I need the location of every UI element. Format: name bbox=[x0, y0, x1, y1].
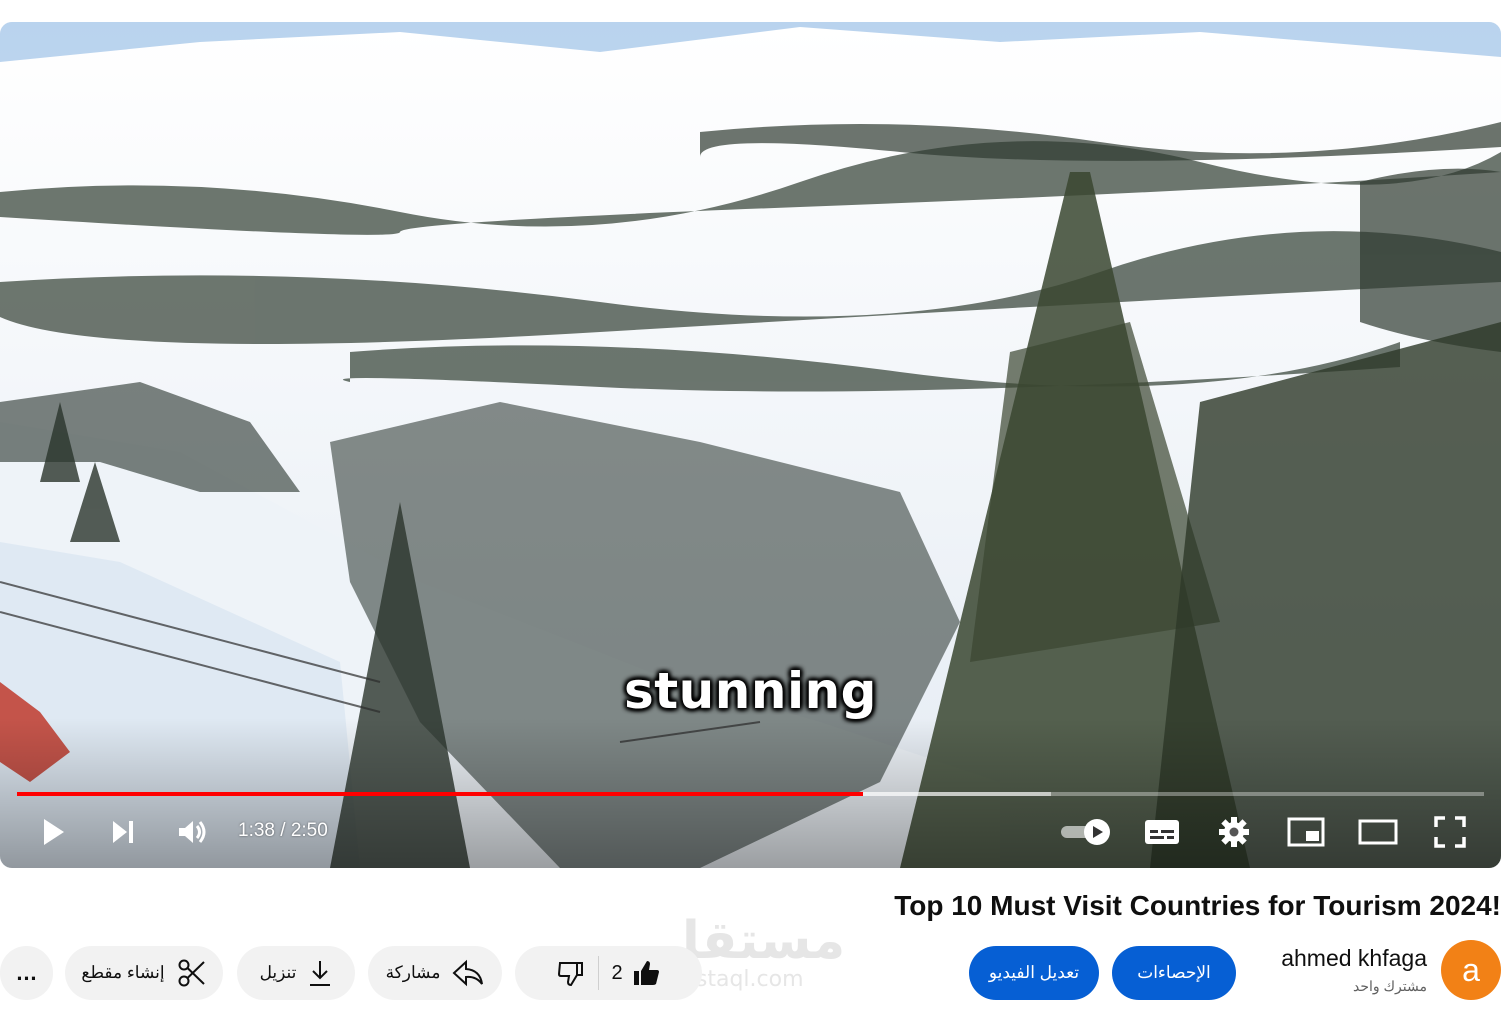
like-divider bbox=[598, 956, 600, 990]
next-button[interactable] bbox=[100, 810, 144, 854]
dislike-button[interactable] bbox=[556, 958, 586, 988]
download-button[interactable]: تنزيل bbox=[237, 946, 355, 1000]
captions-button[interactable] bbox=[1140, 810, 1184, 854]
channel-name[interactable]: ahmed khfaga bbox=[1281, 945, 1427, 972]
channel-text: ahmed khfaga مشترك واحد bbox=[1281, 945, 1427, 995]
scissors-icon bbox=[177, 958, 207, 988]
download-label: تنزيل bbox=[259, 963, 297, 982]
more-actions-button[interactable]: … bbox=[0, 946, 53, 1000]
fullscreen-button[interactable] bbox=[1428, 810, 1472, 854]
time-display: 1:38 / 2:50 bbox=[238, 820, 328, 841]
autoplay-toggle-icon bbox=[1059, 817, 1113, 847]
like-dislike-group: 2 bbox=[515, 946, 702, 1000]
edit-video-button[interactable]: تعديل الفيديو bbox=[969, 946, 1099, 1000]
analytics-button[interactable]: الإحصاءات bbox=[1112, 946, 1236, 1000]
caption-text: stunning bbox=[624, 662, 877, 720]
miniplayer-icon bbox=[1287, 817, 1325, 847]
next-icon bbox=[107, 817, 137, 847]
fullscreen-icon bbox=[1434, 816, 1466, 848]
progress-played bbox=[17, 792, 864, 796]
volume-button[interactable] bbox=[170, 810, 214, 854]
miniplayer-button[interactable] bbox=[1284, 810, 1328, 854]
settings-button[interactable] bbox=[1212, 810, 1256, 854]
download-icon bbox=[308, 959, 332, 987]
video-player[interactable]: stunning 1:38 / 2:50 bbox=[0, 22, 1501, 868]
share-button[interactable]: مشاركة bbox=[368, 946, 502, 1000]
channel-info: a ahmed khfaga مشترك واحد bbox=[1281, 940, 1501, 1000]
share-label: مشاركة bbox=[385, 963, 441, 982]
volume-icon bbox=[175, 817, 209, 847]
gear-icon bbox=[1218, 816, 1250, 848]
like-button[interactable]: 2 bbox=[611, 958, 660, 988]
clip-label: إنشاء مقطع bbox=[81, 963, 165, 982]
subscriber-count: مشترك واحد bbox=[1352, 978, 1427, 994]
thumbs-up-icon bbox=[631, 958, 661, 988]
more-icon: … bbox=[15, 960, 38, 985]
share-icon bbox=[452, 959, 484, 987]
clip-button[interactable]: إنشاء مقطع bbox=[65, 946, 223, 1000]
play-button[interactable] bbox=[30, 810, 74, 854]
avatar[interactable]: a bbox=[1441, 940, 1501, 1000]
thumbs-down-icon bbox=[556, 958, 586, 988]
like-count: 2 bbox=[611, 961, 623, 984]
play-icon bbox=[37, 816, 67, 848]
progress-bar[interactable] bbox=[17, 792, 1484, 796]
theater-mode-icon bbox=[1358, 818, 1398, 846]
autoplay-toggle[interactable] bbox=[1058, 810, 1114, 854]
theater-mode-button[interactable] bbox=[1354, 810, 1402, 854]
video-title: Top 10 Must Visit Countries for Tourism … bbox=[894, 890, 1501, 921]
captions-icon bbox=[1144, 818, 1180, 846]
